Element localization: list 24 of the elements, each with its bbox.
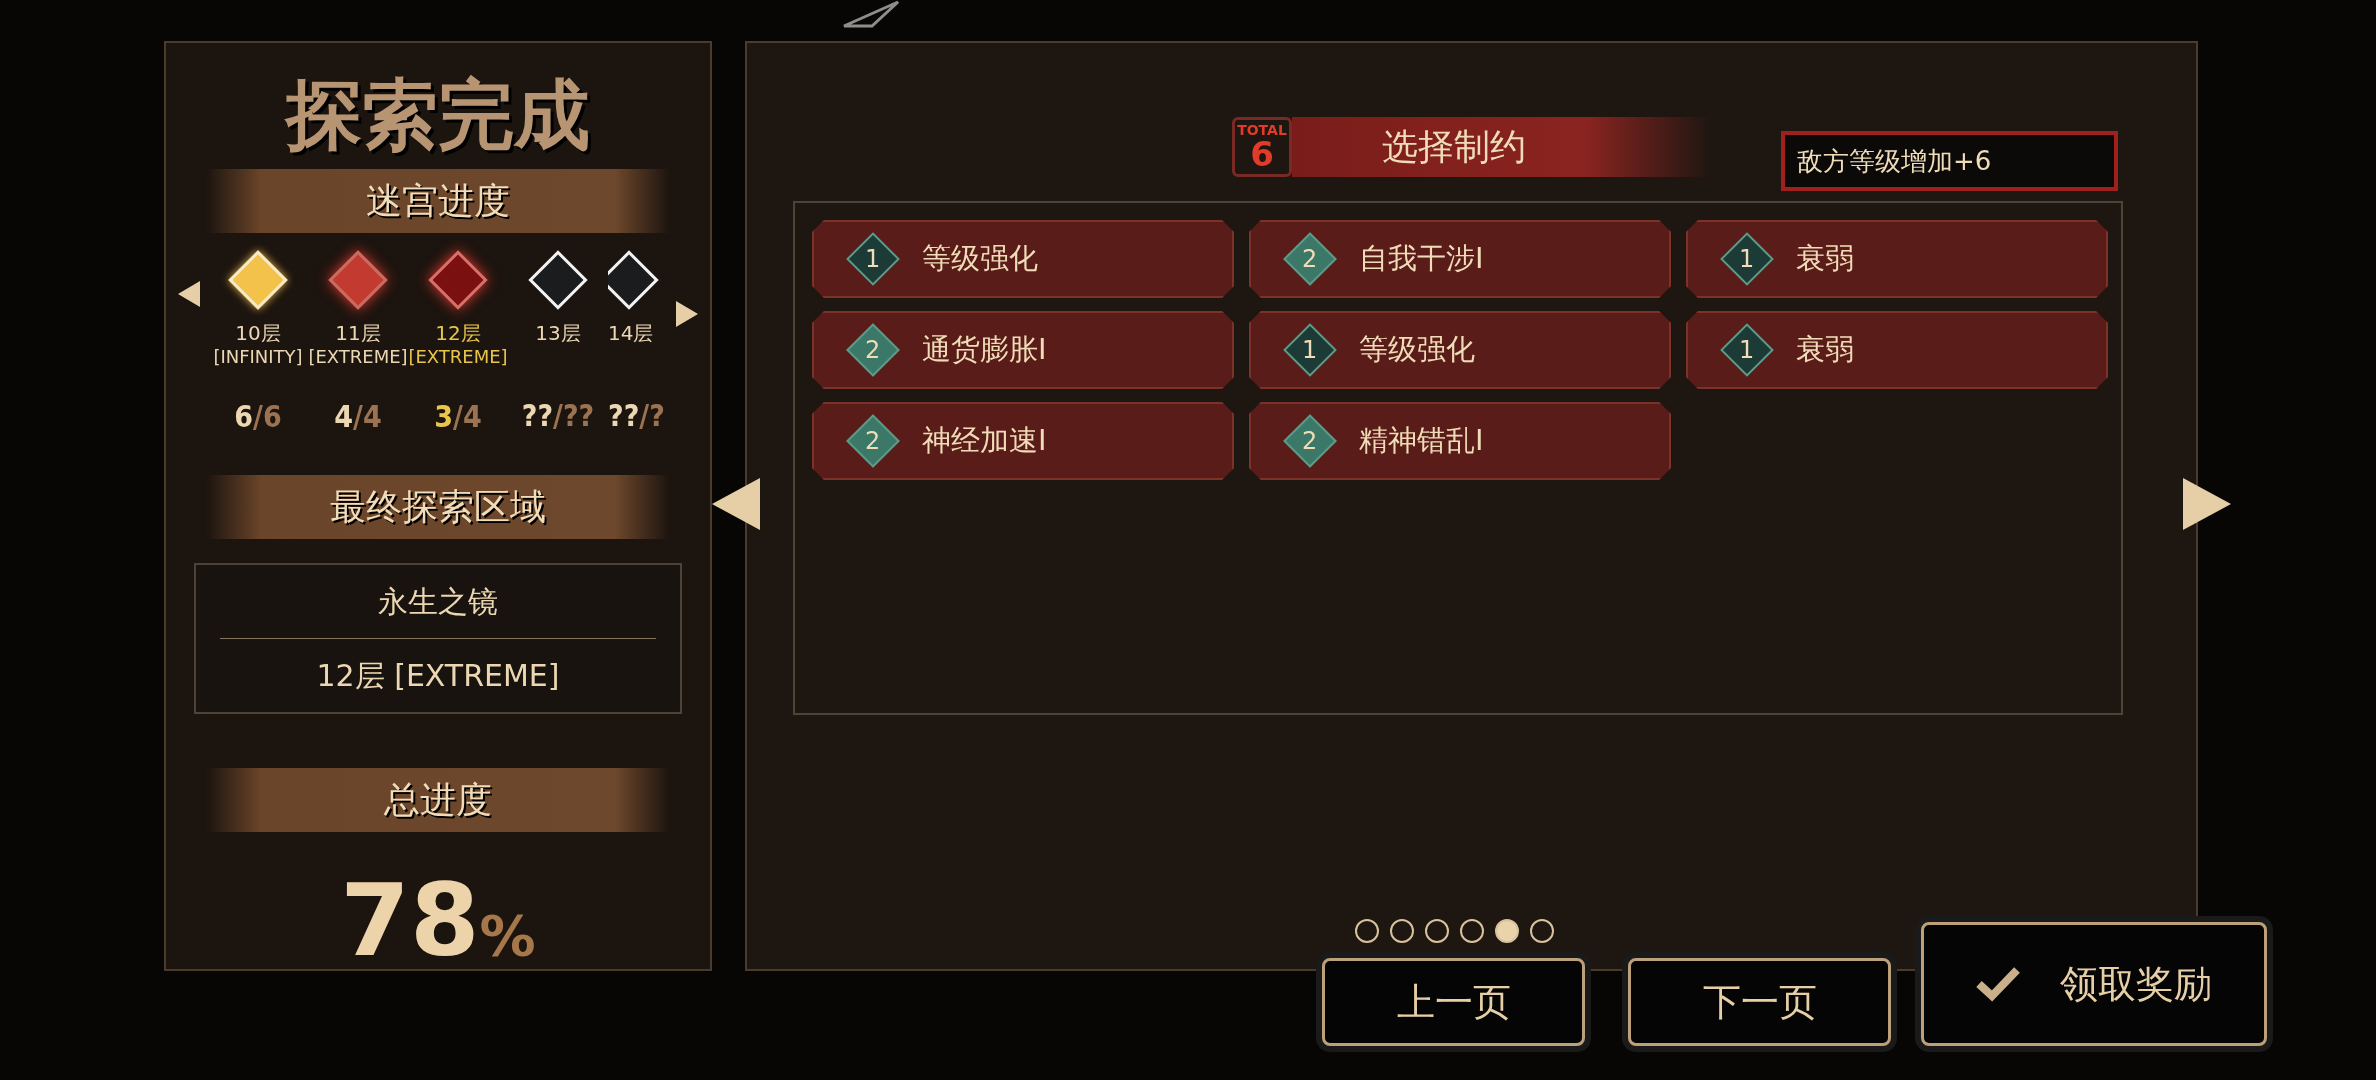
floor-label: 10层 (235, 321, 281, 345)
cost-badge: 2 (1283, 414, 1337, 468)
floor-label: 13层 (535, 321, 581, 345)
floor-label: 12层 (435, 321, 481, 345)
section-heading: 迷宫进度 (366, 179, 510, 223)
area-floor: 12层 [EXTREME] (315, 657, 561, 696)
cost-badge: 2 (1283, 232, 1337, 286)
cost-badge: 2 (846, 414, 900, 468)
total-badge: TOTAL 6 (1232, 117, 1292, 177)
section-heading: 最终探索区域 (330, 485, 546, 530)
section-heading: 总进度 (384, 778, 492, 823)
cost-badge: 1 (1720, 232, 1774, 286)
cost-badge: 2 (846, 323, 900, 377)
floor-label: 11层 (335, 321, 381, 345)
cost-badge: 1 (1283, 323, 1337, 377)
floor-label: 14层 (608, 321, 654, 345)
cost-badge: 1 (846, 232, 900, 286)
panel-title: 探索完成 (283, 77, 591, 153)
floor-mode: [INFINITY] (213, 345, 303, 369)
cost-badge: 1 (1720, 323, 1774, 377)
area-name: 永生之镜 (377, 583, 499, 622)
effect-field: 敌方等级增加+6 (1781, 131, 2118, 191)
floor-mode: [EXTREME] (408, 345, 508, 369)
floor-mode: [EXTREME] (308, 345, 408, 369)
